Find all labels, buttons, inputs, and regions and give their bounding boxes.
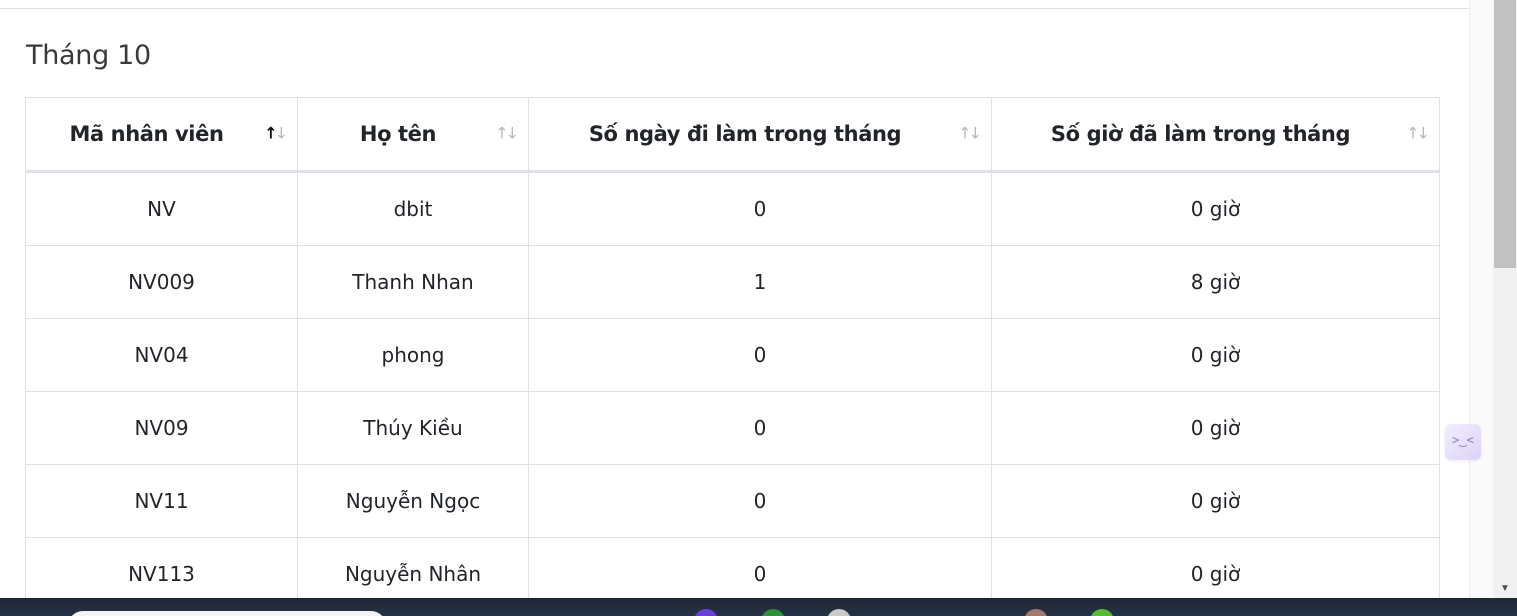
cell-full-name: Nguyễn Nhân — [297, 537, 529, 598]
sort-both-icon[interactable]: ↑↓ — [495, 124, 519, 143]
taskbar-app-icon[interactable] — [694, 609, 718, 616]
vertical-scrollbar[interactable]: ▼ — [1493, 0, 1517, 598]
cell-days-worked: 0 — [528, 537, 992, 598]
cell-full-name: dbit — [297, 171, 529, 246]
cell-employee-id: NV113 — [25, 537, 298, 598]
sort-ascending-icon[interactable]: ↑↓ — [264, 124, 288, 143]
cell-days-worked: 0 — [528, 318, 992, 392]
os-taskbar — [0, 598, 1517, 616]
cell-employee-id: NV09 — [25, 391, 298, 465]
cell-full-name: Thúy Kiều — [297, 391, 529, 465]
table-row: NV dbit 0 0 giờ — [25, 171, 1440, 246]
column-header-hours-worked[interactable]: Số giờ đã làm trong tháng ↑↓ — [991, 97, 1440, 173]
taskbar-app-icon[interactable] — [1024, 609, 1048, 616]
table-row: NV009 Thanh Nhan 1 8 giờ — [25, 245, 1440, 319]
column-header-label: Số giờ đã làm trong tháng — [1050, 122, 1351, 146]
scrollbar-thumb[interactable] — [1494, 0, 1516, 268]
cell-hours-worked: 0 giờ — [991, 391, 1440, 465]
column-header-label: Mã nhân viên — [69, 122, 224, 146]
taskbar-app-icon[interactable] — [1090, 609, 1114, 616]
column-header-full-name[interactable]: Họ tên ↑↓ — [297, 97, 529, 173]
cell-days-worked: 0 — [528, 391, 992, 465]
side-panel-strip — [1469, 0, 1494, 598]
cell-employee-id: NV — [25, 171, 298, 246]
attendance-table: Mã nhân viên ↑↓ Họ tên ↑↓ Số ngày đi làm… — [25, 97, 1440, 598]
cell-full-name: Thanh Nhan — [297, 245, 529, 319]
cell-hours-worked: 0 giờ — [991, 171, 1440, 246]
table-header-row: Mã nhân viên ↑↓ Họ tên ↑↓ Số ngày đi làm… — [25, 97, 1440, 173]
taskbar-app-icon[interactable] — [827, 609, 851, 616]
sort-both-icon[interactable]: ↑↓ — [1406, 124, 1430, 143]
table-row: NV09 Thúy Kiều 0 0 giờ — [25, 391, 1440, 465]
cell-employee-id: NV009 — [25, 245, 298, 319]
column-header-days-worked[interactable]: Số ngày đi làm trong tháng ↑↓ — [528, 97, 992, 173]
cell-days-worked: 1 — [528, 245, 992, 319]
taskbar-app-icon[interactable] — [761, 609, 785, 616]
cell-hours-worked: 8 giờ — [991, 245, 1440, 319]
collapse-panel-icon[interactable]: >‿< — [1445, 424, 1481, 460]
cell-hours-worked: 0 giờ — [991, 464, 1440, 538]
sort-both-icon[interactable]: ↑↓ — [958, 124, 982, 143]
cell-hours-worked: 0 giờ — [991, 318, 1440, 392]
scroll-down-arrow-icon[interactable]: ▼ — [1493, 583, 1517, 594]
cell-days-worked: 0 — [528, 171, 992, 246]
column-header-label: Họ tên — [359, 122, 437, 146]
cell-employee-id: NV04 — [25, 318, 298, 392]
top-divider — [0, 8, 1469, 9]
taskbar-search-box[interactable] — [68, 611, 386, 616]
month-heading: Tháng 10 — [26, 40, 151, 71]
column-header-employee-id[interactable]: Mã nhân viên ↑↓ — [25, 97, 298, 173]
table-row: NV04 phong 0 0 giờ — [25, 318, 1440, 392]
cell-full-name: Nguyễn Ngọc — [297, 464, 529, 538]
cell-days-worked: 0 — [528, 464, 992, 538]
cell-full-name: phong — [297, 318, 529, 392]
cell-hours-worked: 0 giờ — [991, 537, 1440, 598]
table-row: NV113 Nguyễn Nhân 0 0 giờ — [25, 537, 1440, 598]
table-row: NV11 Nguyễn Ngọc 0 0 giờ — [25, 464, 1440, 538]
column-header-label: Số ngày đi làm trong tháng — [588, 122, 902, 146]
page-content: Tháng 10 Mã nhân viên ↑↓ Họ tên ↑↓ Số ng… — [0, 0, 1469, 598]
cell-employee-id: NV11 — [25, 464, 298, 538]
